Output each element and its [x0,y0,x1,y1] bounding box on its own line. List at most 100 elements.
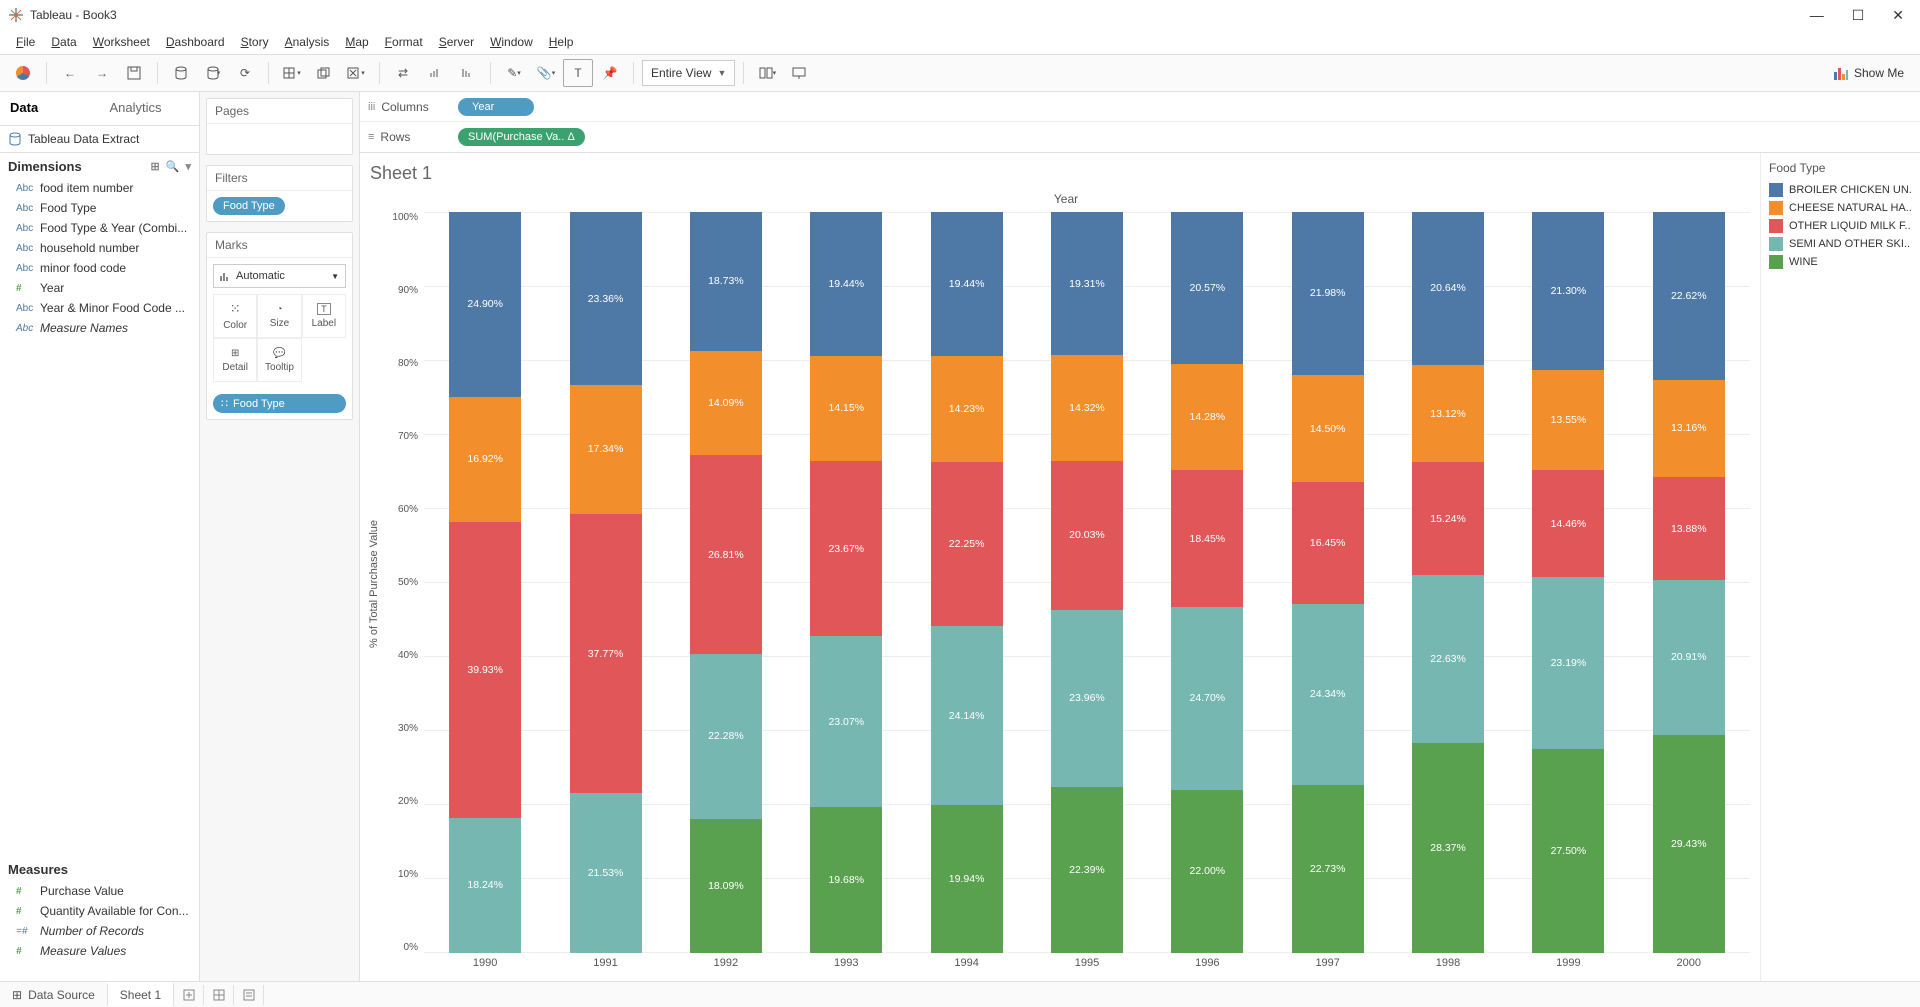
segment[interactable]: 22.73% [1292,785,1364,953]
stacked-bar-chart[interactable]: 18.24%39.93%16.92%24.90%21.53%37.77%17.3… [424,212,1750,953]
tab-analytics[interactable]: Analytics [100,92,200,125]
segment[interactable]: 37.77% [570,514,642,794]
segment[interactable]: 14.09% [690,351,762,455]
segment[interactable]: 39.93% [449,522,521,818]
search-icon[interactable]: 🔍 [166,160,180,173]
segment[interactable]: 15.24% [1412,462,1484,575]
new-worksheet-tab[interactable] [174,985,204,1005]
segment[interactable]: 14.23% [931,356,1003,461]
segment[interactable]: 21.53% [570,793,642,953]
segment[interactable]: 21.98% [1292,212,1364,375]
segment[interactable]: 22.63% [1412,575,1484,743]
menu-caret-icon[interactable]: ▾ [185,160,191,173]
columns-shelf[interactable]: iiiColumns Year [360,92,1920,122]
menu-help[interactable]: Help [543,33,580,51]
labels-button[interactable]: T [563,59,593,87]
legend-item[interactable]: OTHER LIQUID MILK F.. [1769,217,1912,235]
segment[interactable]: 14.28% [1171,364,1243,470]
segment[interactable]: 13.88% [1653,477,1725,580]
segment[interactable]: 18.73% [690,212,762,351]
mark-color-button[interactable]: ⁙Color [213,294,257,338]
segment[interactable]: 23.96% [1051,610,1123,788]
segment[interactable]: 24.90% [449,212,521,397]
field-household-number[interactable]: Abchousehold number [0,238,199,258]
segment[interactable]: 16.45% [1292,482,1364,604]
menu-file[interactable]: File [10,33,41,51]
segment[interactable]: 14.15% [810,356,882,461]
sheet-title[interactable]: Sheet 1 [366,161,1750,190]
fit-dropdown[interactable]: Entire View ▼ [642,60,735,86]
segment[interactable]: 18.24% [449,818,521,953]
show-me-button[interactable]: Show Me [1826,66,1912,80]
menu-dashboard[interactable]: Dashboard [160,33,231,51]
segment[interactable]: 22.28% [690,654,762,819]
save-button[interactable] [119,59,149,87]
menu-analysis[interactable]: Analysis [279,33,336,51]
sort-desc-button[interactable] [452,59,482,87]
field-year-minor-food-code-[interactable]: AbcYear & Minor Food Code ... [0,298,199,318]
segment[interactable]: 13.55% [1532,370,1604,470]
segment[interactable]: 14.46% [1532,470,1604,577]
legend-item[interactable]: WINE [1769,253,1912,271]
segment[interactable]: 23.36% [570,212,642,385]
segment[interactable]: 18.45% [1171,470,1243,607]
bar-1996[interactable]: 22.00%24.70%18.45%14.28%20.57% [1171,212,1243,953]
field-minor-food-code[interactable]: Abcminor food code [0,258,199,278]
pin-button[interactable]: 📌 [595,59,625,87]
mark-label-button[interactable]: TLabel [302,294,346,338]
view-toggle-icon[interactable]: ⊞ [151,160,160,173]
segment[interactable]: 26.81% [690,455,762,654]
segment[interactable]: 13.12% [1412,365,1484,462]
bar-1999[interactable]: 27.50%23.19%14.46%13.55%21.30% [1532,212,1604,953]
segment[interactable]: 20.57% [1171,212,1243,364]
new-worksheet-button[interactable]: ▾ [277,59,307,87]
segment[interactable]: 24.14% [931,626,1003,805]
new-datasource-button[interactable] [166,59,196,87]
mark-tooltip-button[interactable]: 💬Tooltip [257,338,301,382]
segment[interactable]: 13.16% [1653,380,1725,478]
segment[interactable]: 19.44% [931,212,1003,356]
forward-button[interactable]: → [87,59,117,87]
bar-1993[interactable]: 19.68%23.07%23.67%14.15%19.44% [810,212,882,953]
tab-data-source[interactable]: ⊞Data Source [0,984,108,1006]
mark-pill-food-type[interactable]: ∷ Food Type [213,394,346,413]
legend-item[interactable]: CHEESE NATURAL HA.. [1769,199,1912,217]
segment[interactable]: 16.92% [449,397,521,522]
segment[interactable]: 28.37% [1412,743,1484,953]
segment[interactable]: 23.07% [810,636,882,807]
pause-updates-button[interactable]: ▾ [198,59,228,87]
minimize-button[interactable]: — [1810,7,1824,24]
segment[interactable]: 21.30% [1532,212,1604,370]
segment[interactable]: 22.25% [931,462,1003,627]
segment[interactable]: 29.43% [1653,735,1725,953]
menu-worksheet[interactable]: Worksheet [87,33,156,51]
field-measure-values[interactable]: #Measure Values [0,941,199,961]
segment[interactable]: 20.64% [1412,212,1484,365]
segment[interactable]: 19.44% [810,212,882,356]
field-purchase-value[interactable]: #Purchase Value [0,881,199,901]
bar-2000[interactable]: 29.43%20.91%13.88%13.16%22.62% [1653,212,1725,953]
marks-type-dropdown[interactable]: Automatic ▼ [213,264,346,288]
highlight-button[interactable]: ✎▾ [499,59,529,87]
back-button[interactable]: ← [55,59,85,87]
menu-format[interactable]: Format [379,33,429,51]
legend-item[interactable]: SEMI AND OTHER SKI.. [1769,235,1912,253]
duplicate-button[interactable] [309,59,339,87]
segment[interactable]: 19.31% [1051,212,1123,355]
segment[interactable]: 23.67% [810,461,882,636]
new-dashboard-tab[interactable] [204,985,234,1005]
data-source-row[interactable]: Tableau Data Extract [0,126,199,153]
legend-item[interactable]: BROILER CHICKEN UN.. [1769,181,1912,199]
bar-1992[interactable]: 18.09%22.28%26.81%14.09%18.73% [690,212,762,953]
menu-window[interactable]: Window [484,33,539,51]
segment[interactable]: 24.70% [1171,607,1243,790]
clear-button[interactable]: ▾ [341,59,371,87]
segment[interactable]: 14.50% [1292,375,1364,482]
tab-data[interactable]: Data [0,92,100,125]
cards-button[interactable]: ▾ [752,59,782,87]
close-button[interactable]: ✕ [1892,7,1904,24]
field-food-type-year-combi-[interactable]: AbcFood Type & Year (Combi... [0,218,199,238]
menu-map[interactable]: Map [339,33,374,51]
filter-pill-food-type[interactable]: Food Type [213,197,285,215]
segment[interactable]: 22.39% [1051,787,1123,953]
